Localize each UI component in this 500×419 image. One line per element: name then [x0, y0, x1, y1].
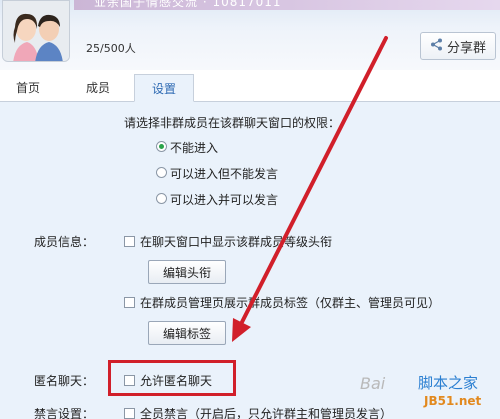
watermark-jb51-cn: 脚本之家	[418, 374, 479, 392]
permission-prompt: 请选择非群成员在该群聊天窗口的权限：	[124, 116, 341, 130]
tab-bar: 首页 成员 设置	[0, 74, 500, 102]
mute-label: 禁言设置：	[34, 407, 95, 419]
tab-members[interactable]: 成员	[70, 74, 126, 102]
radio-label-enter-no-speak: 可以进入但不能发言	[170, 167, 279, 181]
tab-settings[interactable]: 设置	[134, 74, 194, 102]
edit-tag-button[interactable]: 编辑标签	[148, 321, 226, 345]
edit-title-button[interactable]: 编辑头衔	[148, 260, 226, 284]
group-title: 业余国子情感交流 · 10817011	[94, 0, 282, 9]
radio-label-enter-and-speak: 可以进入并可以发言	[170, 193, 279, 207]
radio-no-entry[interactable]	[156, 141, 167, 152]
member-count: 25/500人	[86, 42, 136, 55]
radio-enter-no-speak[interactable]	[156, 167, 167, 178]
show-title-checkbox-label: 在聊天窗口中显示该群成员等级头衔	[140, 235, 333, 249]
group-header: 业余国子情感交流 · 10817011 25/500人 分享群	[0, 0, 500, 70]
anonymous-chat-highlight-box	[108, 360, 236, 396]
radio-enter-and-speak[interactable]	[156, 193, 167, 204]
mute-all-checkbox-label: 全员禁言（开启后，只允许群主和管理员发言）	[140, 407, 393, 419]
anonymous-chat-label: 匿名聊天：	[34, 374, 95, 388]
tab-home[interactable]: 首页	[0, 74, 56, 102]
share-group-button[interactable]: 分享群	[420, 32, 496, 60]
group-avatar[interactable]	[2, 0, 70, 62]
group-title-bar: 业余国子情感交流 · 10817011	[74, 0, 500, 10]
share-icon	[430, 38, 443, 55]
show-tag-checkbox[interactable]	[124, 297, 135, 308]
watermark-jb51-url: JB51.net	[424, 394, 482, 408]
show-title-checkbox[interactable]	[124, 236, 135, 247]
show-tag-checkbox-label: 在群成员管理页展示群成员标签（仅群主、管理员可见）	[140, 296, 441, 310]
mute-all-checkbox[interactable]	[124, 408, 135, 419]
share-label: 分享群	[446, 40, 486, 56]
member-info-label: 成员信息：	[34, 235, 95, 249]
radio-label-no-entry: 不能进入	[170, 141, 219, 155]
watermark-baidu: Bai	[360, 374, 386, 393]
